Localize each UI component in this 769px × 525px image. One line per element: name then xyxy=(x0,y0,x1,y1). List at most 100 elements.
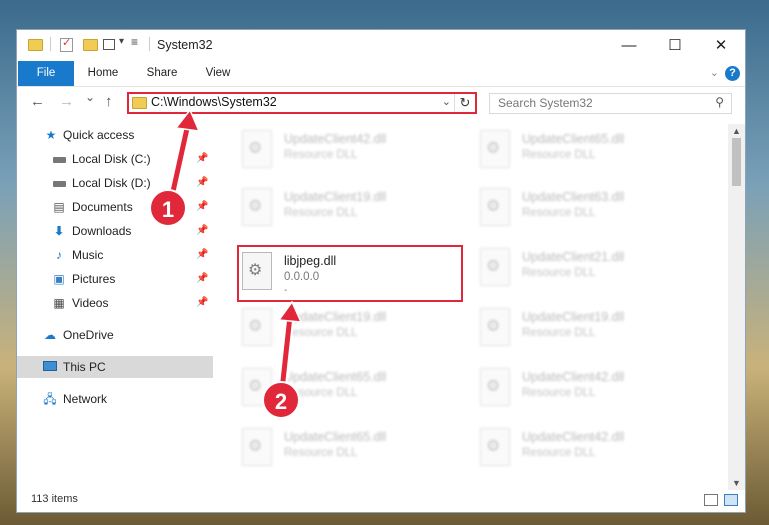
sidebar-item-downloads[interactable]: ⬇ Downloads 📌 xyxy=(17,220,213,242)
documents-icon: ▤ xyxy=(53,200,65,214)
sidebar-item-this-pc[interactable]: This PC xyxy=(17,356,213,378)
item-count: 113 items xyxy=(31,493,78,505)
pictures-icon: ▣ xyxy=(53,272,65,286)
tab-file[interactable]: File xyxy=(18,61,74,86)
sidebar-item-local-disk-d[interactable]: Local Disk (D:) 📌 xyxy=(17,172,213,194)
status-bar: 113 items xyxy=(17,488,745,512)
search-input[interactable]: Search System32 ⚲ xyxy=(489,93,732,114)
pin-icon: 📌 xyxy=(196,177,209,188)
list-item[interactable]: ⚙ UpdateClient19.dll Resource DLL xyxy=(234,306,464,350)
file-description: Resource DLL xyxy=(522,267,596,279)
view-options-icon[interactable] xyxy=(103,39,115,50)
address-bar[interactable]: C:\Windows\System32 ⌄ ↻ xyxy=(127,92,477,114)
sidebar-item-pictures[interactable]: ▣ Pictures 📌 xyxy=(17,268,213,290)
sidebar-item-music[interactable]: ♪ Music 📌 xyxy=(17,244,213,266)
minimize-button[interactable]: — xyxy=(606,30,652,61)
file-name: UpdateClient65.dll xyxy=(522,132,625,146)
file-name: UpdateClient21.dll xyxy=(522,250,625,264)
tiles-view-icon[interactable] xyxy=(724,494,738,506)
folder-icon xyxy=(132,97,147,109)
dll-file-icon: ⚙ xyxy=(242,130,272,168)
list-item[interactable]: ⚙ UpdateClient21.dll Resource DLL xyxy=(472,246,702,290)
file-list: ⚙ UpdateClient42.dll Resource DLL ⚙ Upda… xyxy=(214,124,729,484)
refresh-button[interactable]: ↻ xyxy=(454,94,475,112)
pin-icon: 📌 xyxy=(196,153,209,164)
file-description: Resource DLL xyxy=(284,149,358,161)
music-icon: ♪ xyxy=(56,248,62,262)
search-icon: ⚲ xyxy=(715,95,724,109)
expand-ribbon-chevron-icon[interactable]: ⌄ xyxy=(710,66,719,79)
sidebar-item-videos[interactable]: ▦ Videos 📌 xyxy=(17,292,213,314)
new-folder-icon[interactable] xyxy=(83,39,98,51)
callout-2: 2 xyxy=(262,381,300,419)
file-name: UpdateClient42.dll xyxy=(522,430,625,444)
forward-button[interactable]: → xyxy=(59,93,74,110)
file-name: UpdateClient65.dll xyxy=(284,370,387,384)
list-item[interactable]: ⚙ UpdateClient42.dll Resource DLL xyxy=(234,128,464,172)
file-description: Resource DLL xyxy=(284,327,358,339)
scroll-up-icon[interactable]: ▲ xyxy=(728,126,745,136)
tab-home[interactable]: Home xyxy=(81,61,125,86)
tab-view[interactable]: View xyxy=(197,61,239,86)
pin-icon: 📌 xyxy=(196,249,209,260)
dll-file-icon: ⚙ xyxy=(242,308,272,346)
scrollbar-thumb[interactable] xyxy=(732,138,741,186)
customize-toolbar-chevron-icon[interactable]: ▾ xyxy=(119,36,124,52)
dll-file-icon: ⚙ xyxy=(480,130,510,168)
properties-icon[interactable]: ✓ xyxy=(60,37,73,52)
sidebar-item-network[interactable]: 🖧 Network xyxy=(17,388,213,410)
back-button[interactable]: ← xyxy=(30,93,45,110)
file-name: UpdateClient42.dll xyxy=(522,370,625,384)
pin-icon: 📌 xyxy=(196,201,209,212)
recent-locations-chevron-icon[interactable]: ⌄ xyxy=(85,90,95,104)
dll-file-icon: ⚙ xyxy=(242,188,272,226)
list-item[interactable]: ⚙ UpdateClient42.dll Resource DLL xyxy=(472,366,702,410)
list-item[interactable]: ⚙ UpdateClient65.dll Resource DLL xyxy=(472,128,702,172)
file-name: UpdateClient19.dll xyxy=(284,310,387,324)
sidebar-item-label: Quick access xyxy=(63,128,135,142)
sidebar-item-label: Documents xyxy=(72,200,133,214)
tab-share[interactable]: Share xyxy=(140,61,184,86)
star-icon: ★ xyxy=(45,128,57,142)
file-name: UpdateClient19.dll xyxy=(522,310,625,324)
file-description: Resource DLL xyxy=(284,447,358,459)
dll-file-icon: ⚙ xyxy=(480,368,510,406)
sidebar-item-local-disk-c[interactable]: Local Disk (C:) 📌 xyxy=(17,148,213,170)
sidebar-item-label: Videos xyxy=(72,296,109,310)
list-item[interactable]: ⚙ UpdateClient19.dll Resource DLL xyxy=(234,186,464,230)
sidebar-item-onedrive[interactable]: ☁ OneDrive xyxy=(17,324,213,346)
explorer-window: ✓ ▾ ≡ System32 — ☐ ✕ File Home Share Vie… xyxy=(16,29,746,513)
help-button[interactable]: ? xyxy=(725,66,740,81)
file-description: Resource DLL xyxy=(522,327,596,339)
search-placeholder: Search System32 xyxy=(498,96,593,110)
address-path: C:\Windows\System32 xyxy=(151,95,277,109)
maximize-button[interactable]: ☐ xyxy=(652,30,698,61)
toolbar-dropdown-icon[interactable]: ≡ xyxy=(131,35,138,51)
up-button[interactable]: ↑ xyxy=(105,93,113,110)
sidebar-item-label: Local Disk (D:) xyxy=(72,176,151,190)
dll-file-icon: ⚙ xyxy=(480,308,510,346)
file-name: UpdateClient63.dll xyxy=(522,190,625,204)
vertical-scrollbar[interactable]: ▲ ▼ xyxy=(728,124,745,490)
file-description: Resource DLL xyxy=(284,207,358,219)
scroll-down-icon[interactable]: ▼ xyxy=(728,478,745,488)
close-button[interactable]: ✕ xyxy=(698,30,744,61)
sidebar-item-label: Network xyxy=(63,392,108,406)
sidebar-item-label: Local Disk (C:) xyxy=(72,152,151,166)
list-item[interactable]: ⚙ UpdateClient63.dll Resource DLL xyxy=(472,186,702,230)
file-name: UpdateClient65.dll xyxy=(284,430,387,444)
address-dropdown-chevron-icon[interactable]: ⌄ xyxy=(442,95,451,108)
list-item[interactable]: ⚙ UpdateClient42.dll Resource DLL xyxy=(472,426,702,470)
file-description: Resource DLL xyxy=(522,207,596,219)
list-item[interactable]: ⚙ UpdateClient19.dll Resource DLL xyxy=(472,306,702,350)
drive-icon xyxy=(52,152,66,166)
file-description: Resource DLL xyxy=(522,149,596,161)
dll-file-icon: ⚙ xyxy=(480,188,510,226)
videos-icon: ▦ xyxy=(53,296,65,310)
sidebar-item-quick-access[interactable]: ★ Quick access xyxy=(17,124,213,146)
folder-icon xyxy=(28,39,43,51)
list-item[interactable]: ⚙ UpdateClient65.dll Resource DLL xyxy=(234,426,464,470)
navigation-pane: ★ Quick access Local Disk (C:) 📌 Local D… xyxy=(17,124,213,484)
dll-file-icon: ⚙ xyxy=(480,248,510,286)
details-view-icon[interactable] xyxy=(704,494,718,506)
